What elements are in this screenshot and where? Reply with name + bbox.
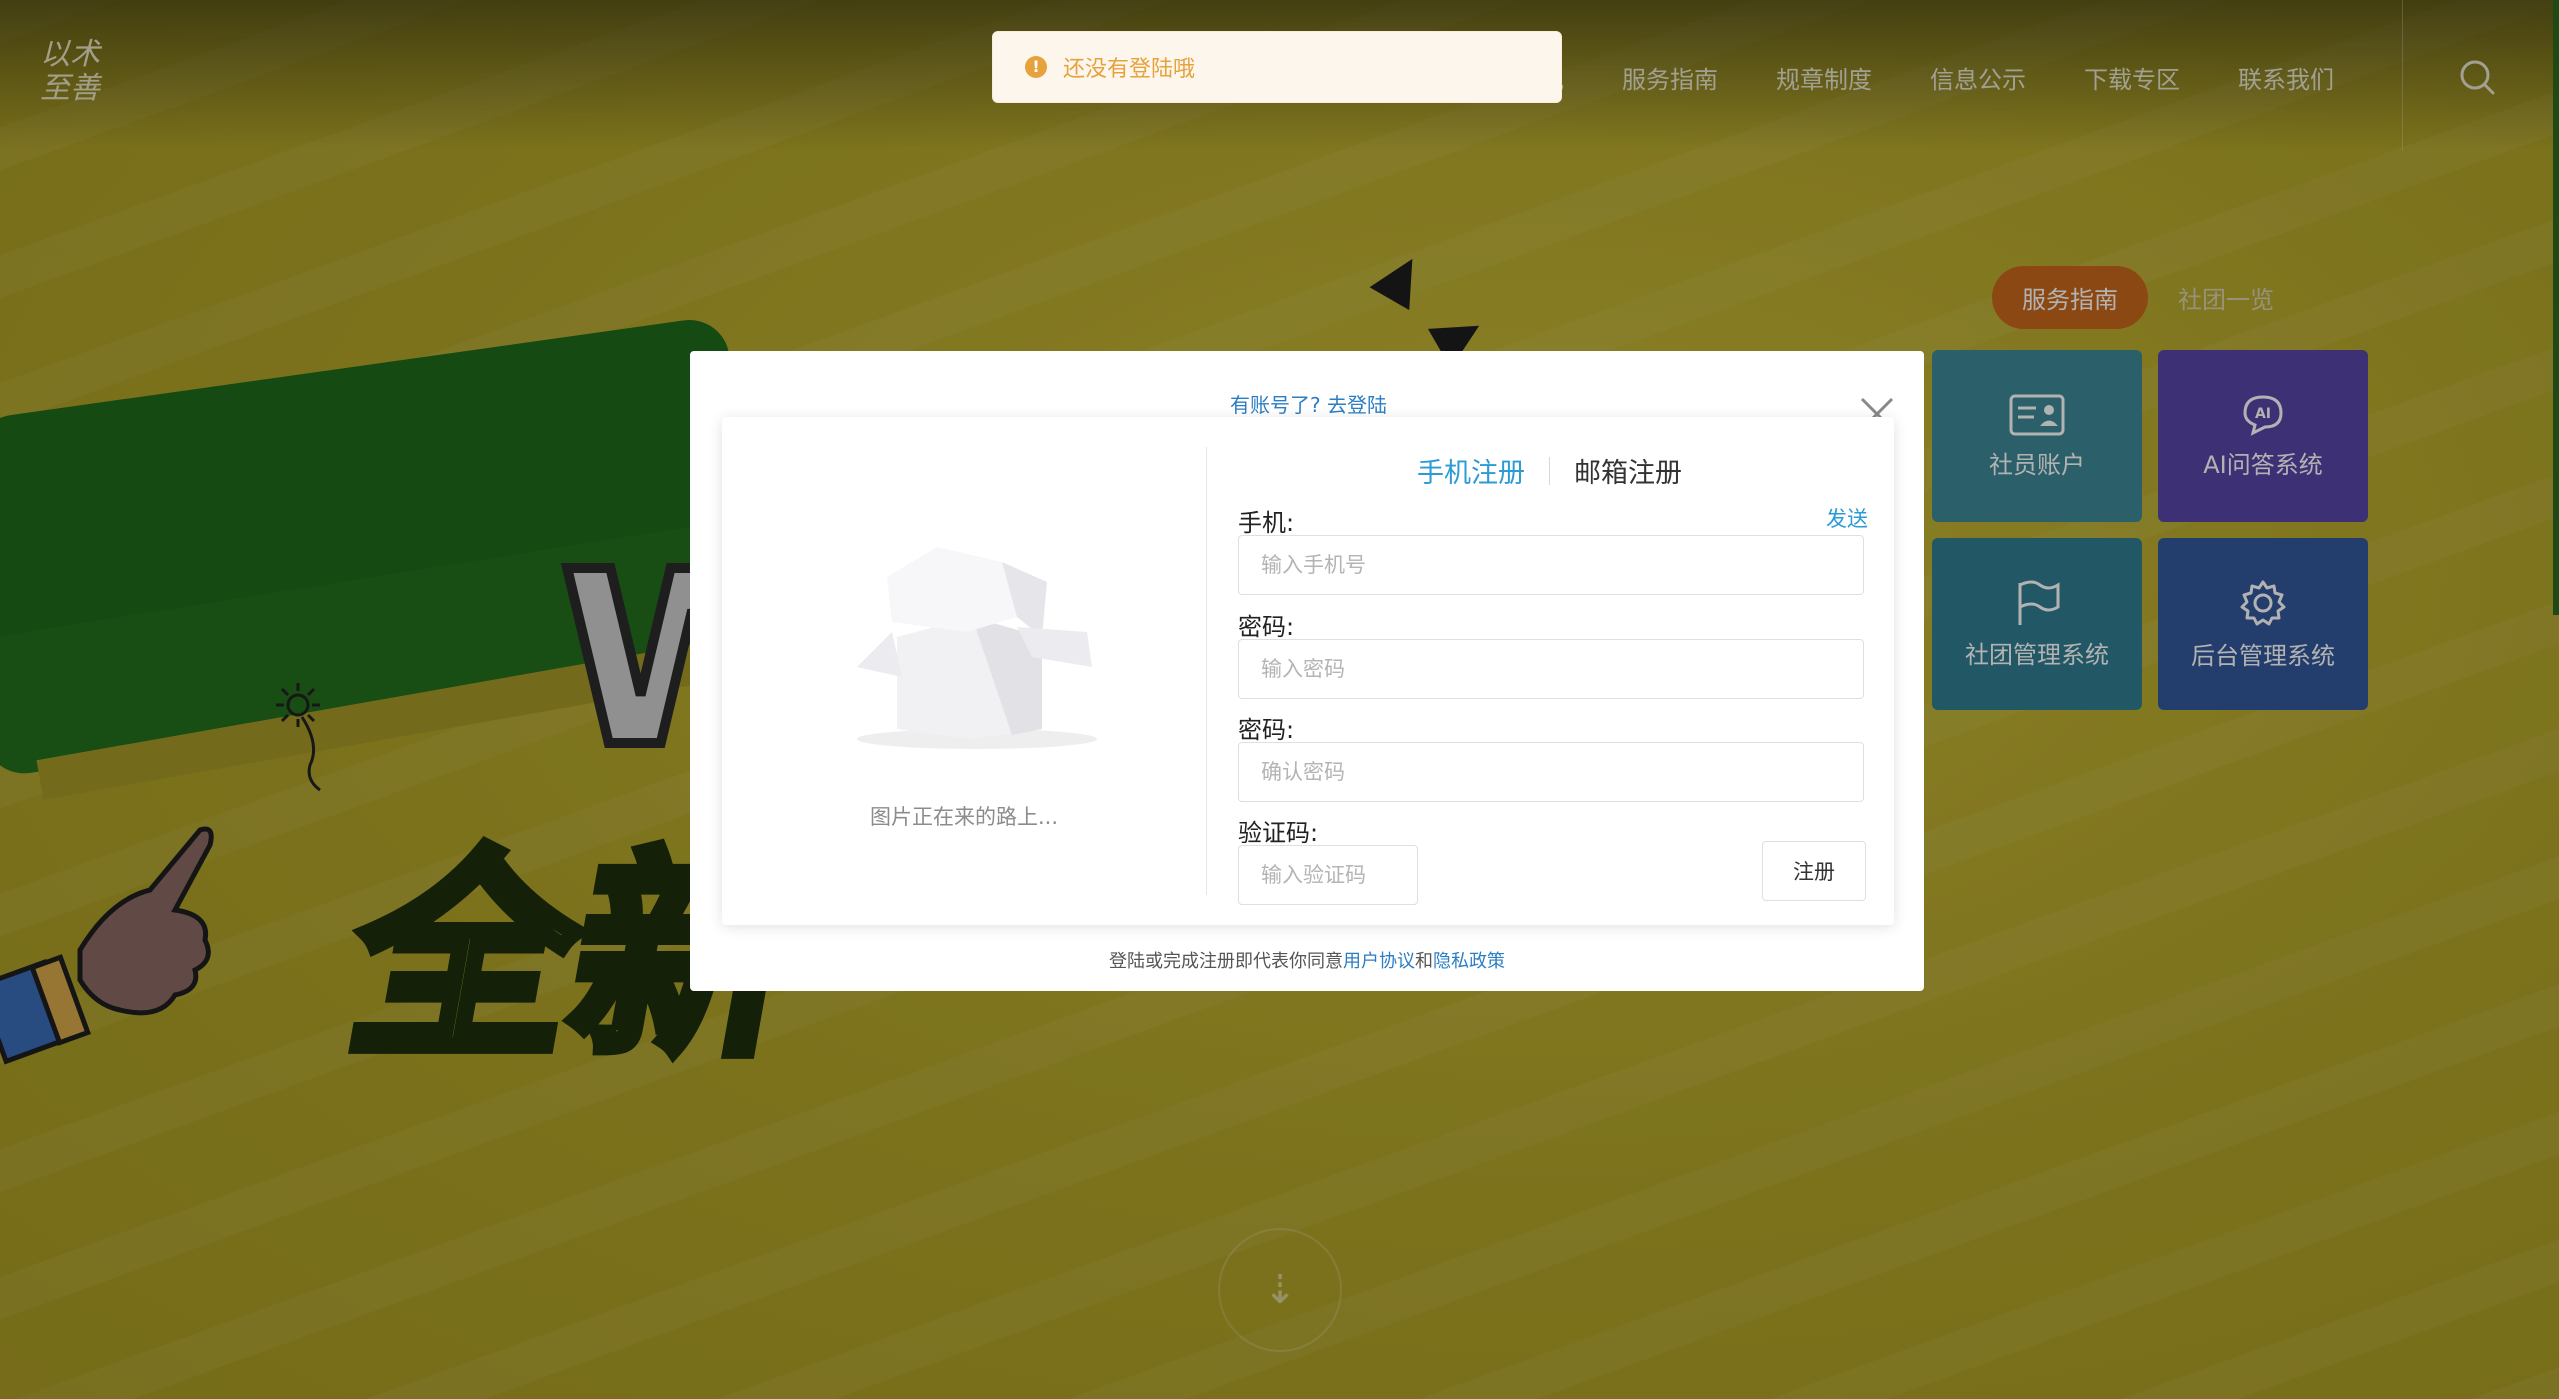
register-tabs: 手机注册 邮箱注册 bbox=[1417, 451, 1682, 490]
agreement-and: 和 bbox=[1415, 951, 1433, 972]
confirm-password-input[interactable] bbox=[1238, 742, 1864, 802]
register-dialog: 有账号了? 去登陆 图片正在来的路上... 手机注册 邮箱注册 手机: 发送 密… bbox=[690, 351, 1924, 991]
verification-code-input[interactable] bbox=[1238, 845, 1418, 905]
register-card: 图片正在来的路上... 手机注册 邮箱注册 手机: 发送 密码: 密码: 验证码… bbox=[722, 417, 1894, 925]
code-label: 验证码: bbox=[1238, 819, 1319, 847]
agreement-prefix: 登陆或完成注册即代表你同意 bbox=[1109, 951, 1343, 972]
card-divider bbox=[1206, 447, 1207, 895]
tab-separator bbox=[1549, 456, 1550, 485]
warning-icon: ! bbox=[1025, 56, 1047, 78]
image-caption: 图片正在来的路上... bbox=[869, 805, 1059, 829]
tab-email-register[interactable]: 邮箱注册 bbox=[1574, 451, 1682, 490]
confirm-password-label: 密码: bbox=[1238, 716, 1295, 744]
go-login-link[interactable]: 有账号了? 去登陆 bbox=[1230, 389, 1387, 418]
user-agreement-link[interactable]: 用户协议 bbox=[1343, 951, 1415, 972]
phone-label: 手机: bbox=[1238, 509, 1295, 537]
register-button[interactable]: 注册 bbox=[1762, 841, 1866, 901]
password-input[interactable] bbox=[1238, 639, 1864, 699]
toast-message: 还没有登陆哦 bbox=[1063, 57, 1196, 82]
tab-phone-register[interactable]: 手机注册 bbox=[1417, 451, 1525, 490]
image-placeholder-icon bbox=[857, 547, 1097, 749]
send-code-button[interactable]: 发送 bbox=[1826, 503, 1868, 533]
warning-toast: ! 还没有登陆哦 bbox=[992, 31, 1562, 103]
agreement-notice: 登陆或完成注册即代表你同意用户协议和隐私政策 bbox=[690, 947, 1924, 973]
phone-input[interactable] bbox=[1238, 535, 1864, 595]
privacy-policy-link[interactable]: 隐私政策 bbox=[1433, 951, 1505, 972]
password-label: 密码: bbox=[1238, 613, 1295, 641]
